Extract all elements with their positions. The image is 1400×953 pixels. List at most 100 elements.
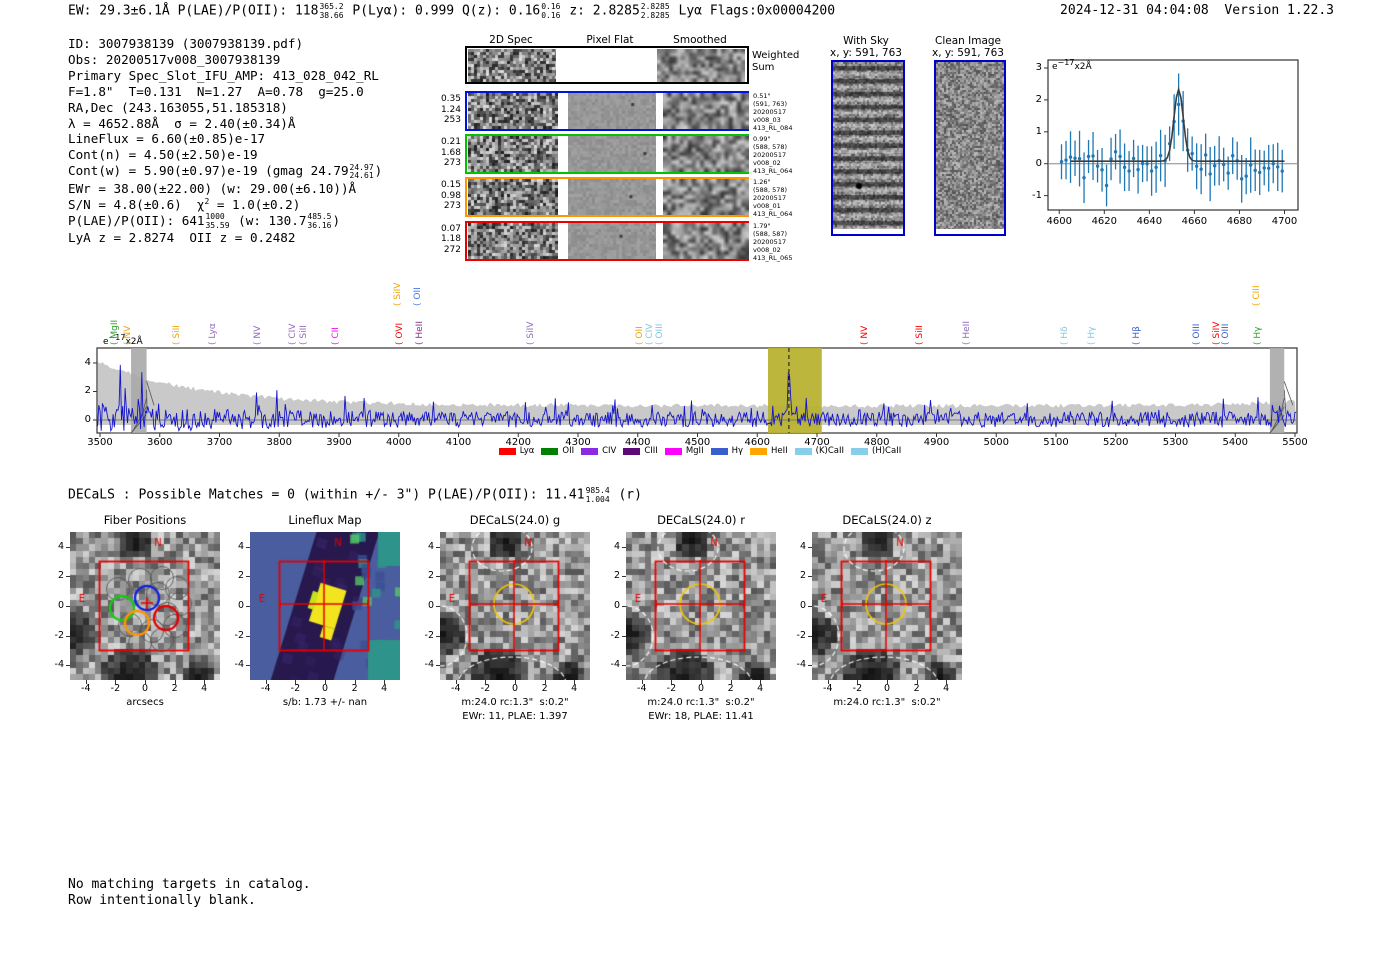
cutout-x-tick: 0 bbox=[321, 683, 329, 694]
inset-x-tick: 4640 bbox=[1136, 216, 1163, 227]
cutout-y-tickmark bbox=[246, 576, 250, 578]
spec2d-fiber-row bbox=[465, 134, 749, 175]
cutout-x-tickmark bbox=[384, 680, 386, 684]
cutout-y-tick: -4 bbox=[54, 659, 64, 671]
cutout-x-tickmark bbox=[887, 680, 888, 684]
cutout-x-tick: 2 bbox=[351, 683, 358, 694]
spectrum-x-tick: 3700 bbox=[206, 437, 233, 448]
legend-item: OII bbox=[541, 446, 574, 456]
emission-line-label: ( CII bbox=[330, 327, 341, 345]
emission-line-label: ( NV bbox=[252, 325, 263, 345]
cutout-y-tickmark bbox=[246, 635, 250, 637]
cutout-x-tickmark bbox=[544, 680, 546, 684]
legend-swatch bbox=[710, 447, 728, 455]
inset-x-tick: 4600 bbox=[1046, 216, 1072, 227]
cutout-x-tickmark bbox=[265, 680, 267, 684]
emission-line-label: ( CIV bbox=[644, 323, 655, 345]
legend-label: (K)CaII bbox=[815, 446, 845, 456]
info-line-12: LyA z = 2.8274 OII z = 0.2482 bbox=[68, 230, 296, 246]
cutout-x-tick: 2 bbox=[541, 683, 548, 694]
fiber-row-weights: 0.35 1.24 253 bbox=[440, 94, 461, 125]
cutout-x-tick: -2 bbox=[480, 683, 491, 694]
legend-swatch bbox=[794, 447, 812, 455]
fiber-row-weights: 0.21 1.68 273 bbox=[440, 137, 461, 169]
spectrum-x-tick: 3600 bbox=[147, 437, 173, 448]
emission-line-label: ( OIII bbox=[1221, 323, 1232, 345]
legend-swatch bbox=[581, 447, 599, 455]
cutout-x-tickmark bbox=[827, 680, 829, 684]
legend-swatch bbox=[851, 447, 869, 455]
emission-line-label: ( HeII bbox=[961, 321, 972, 345]
footer-line-2: Row intentionally blank. bbox=[68, 893, 256, 908]
cutout-title: Lineflux Map bbox=[288, 513, 362, 527]
cutout-title: DECaLS(24.0) r bbox=[657, 513, 745, 527]
cutout-y-tick: -4 bbox=[424, 659, 434, 671]
cutout-title: DECaLS(24.0) z bbox=[842, 513, 932, 527]
legend-swatch bbox=[664, 447, 682, 455]
info-line-0: ID: 3007938139 (3007938139.pdf) bbox=[68, 36, 304, 51]
fiber-row-weights: 0.15 0.98 273 bbox=[440, 180, 461, 212]
cutout-xlabel: arcsecs bbox=[126, 697, 164, 708]
spec2d-fiber-row bbox=[465, 91, 749, 131]
emission-line-label: ( SiIV bbox=[392, 282, 403, 306]
emission-line-label: ( Hδ bbox=[1059, 326, 1070, 345]
cutout-x-tick: 0 bbox=[141, 683, 149, 694]
cutout-x-tickmark bbox=[760, 680, 762, 684]
cutout-x-tickmark bbox=[641, 680, 643, 684]
emission-line-label: ( Hβ bbox=[1131, 326, 1142, 345]
inset-x-tick: 4700 bbox=[1271, 216, 1298, 227]
with-sky-image bbox=[833, 62, 903, 229]
cutout-x-tickmark bbox=[325, 680, 326, 684]
emission-line-label: ( CIII bbox=[1251, 285, 1262, 306]
spectrum-x-tick: 3500 bbox=[87, 437, 113, 448]
cutout-y-tickmark bbox=[436, 576, 440, 578]
cutout-y-tickmark bbox=[66, 576, 70, 578]
legend-item: CIV bbox=[581, 446, 616, 456]
spectrum-x-tick: 5300 bbox=[1162, 437, 1189, 448]
sky-panel-title: With Sky x, y: 591, 763 bbox=[830, 35, 902, 59]
inset-y-tick: 0 bbox=[1035, 157, 1042, 169]
cutout-y-tick: -4 bbox=[234, 659, 244, 671]
spectrum-y-tick: 0 bbox=[84, 413, 91, 425]
fiber-row-meta: 0.99" (588, 578) 20200517 v008_02 413_RL_064 bbox=[753, 135, 793, 176]
spec2d-image bbox=[468, 93, 558, 129]
header-datetime: 2024-12-31 04:04:08 Version 1.22.3 bbox=[1060, 3, 1334, 18]
cutout-xlabel: s/b: 1.73 +/- nan bbox=[282, 697, 368, 708]
inset-unit-label: e−17x2Å bbox=[1052, 58, 1092, 73]
info-line-3: F=1.8" T=0.131 N=1.27 A=0.78 g=25.0 bbox=[68, 83, 364, 99]
spectrum-x-tick: 5200 bbox=[1103, 437, 1129, 448]
cutout-y-tickmark bbox=[808, 546, 812, 548]
pixel-flat-image bbox=[568, 93, 656, 129]
cutout-y-tick: -2 bbox=[54, 629, 64, 641]
cutout-y-tick: -2 bbox=[796, 629, 806, 641]
spec2d-col-header: Pixel Flat bbox=[586, 34, 634, 46]
spectrum-x-tick: 5400 bbox=[1222, 437, 1248, 448]
cutout-y-tick: 2 bbox=[613, 570, 620, 582]
cutout-x-tickmark bbox=[204, 680, 206, 684]
smoothed-image bbox=[663, 179, 749, 216]
cutout-image-decals bbox=[812, 532, 962, 680]
spectrum-y-tick: 4 bbox=[84, 356, 91, 368]
spec2d-weighted-row bbox=[465, 46, 749, 84]
report-datetime: 2024-12-31 04:04:08 bbox=[1060, 3, 1209, 18]
cutout-x-tick: 0 bbox=[883, 683, 891, 694]
smoothed-image bbox=[663, 136, 749, 173]
legend-label: CIV bbox=[602, 446, 617, 456]
cutout-x-tick: -4 bbox=[81, 683, 91, 694]
cutout-y-tick: 0 bbox=[613, 600, 620, 611]
cutout-y-tick: -4 bbox=[610, 659, 620, 671]
cutout-y-tickmark bbox=[246, 665, 250, 667]
cutout-y-tickmark bbox=[436, 606, 440, 607]
cutout-y-tick: 0 bbox=[237, 600, 244, 611]
inset-x-tick: 4680 bbox=[1226, 216, 1253, 227]
cutout-x-tickmark bbox=[515, 680, 516, 684]
info-line-1: Obs: 20200517v008_3007938139 bbox=[68, 51, 281, 67]
cutout-y-tickmark bbox=[66, 546, 70, 548]
emission-line-label: ( OII bbox=[634, 326, 645, 345]
cutout-x-tickmark bbox=[946, 680, 948, 684]
legend-item: CIII bbox=[623, 446, 658, 456]
emission-line-label: ( SiIV bbox=[526, 321, 537, 345]
cutout-x-tick: 4 bbox=[943, 683, 950, 694]
spec2d-image bbox=[468, 136, 558, 173]
emission-line-label: ( SiII bbox=[171, 325, 182, 345]
